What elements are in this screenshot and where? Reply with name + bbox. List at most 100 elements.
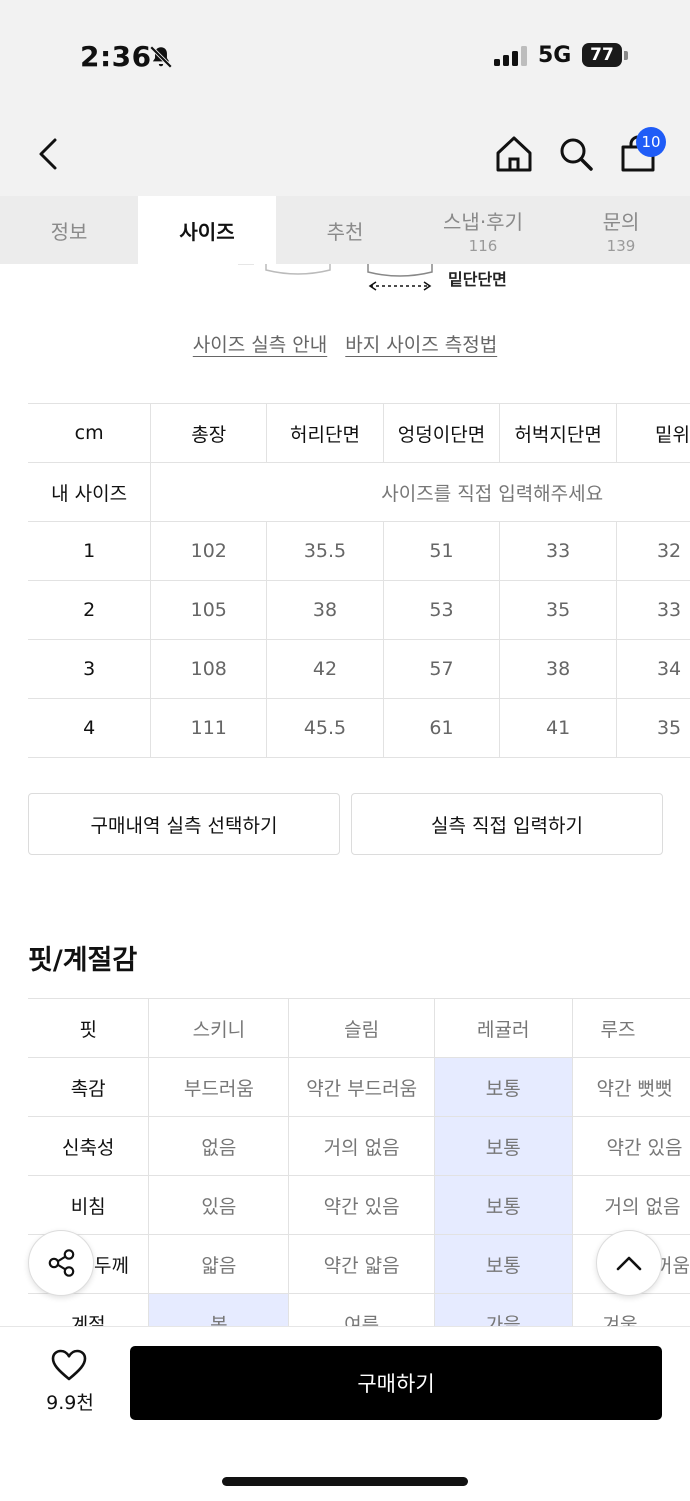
tab-label: 추천 (326, 219, 364, 244)
table-cell: 57 (382, 639, 500, 699)
fit-option: 약간 있음 (288, 1175, 435, 1235)
tab-count: 116 (468, 236, 498, 255)
tab-count: 139 (606, 236, 636, 255)
share-button[interactable] (28, 1230, 94, 1296)
buy-button[interactable]: 구매하기 (130, 1346, 662, 1420)
fit-option: 거의 없음 (288, 1116, 435, 1176)
table-row: 1 102 35.5 51 33 32 (28, 521, 690, 581)
tab-bar: 정보 사이즈 추천 스냅·후기 116 문의 139 (0, 196, 690, 264)
tab-snap-review[interactable]: 스냅·후기 116 (414, 196, 552, 264)
network-label: 5G (538, 43, 572, 68)
table-cell: 61 (382, 698, 500, 758)
fit-option: 없음 (148, 1116, 289, 1176)
tab-label: 사이즈 (179, 219, 235, 244)
fit-section-title: 핏/계절감 (28, 945, 138, 976)
table-cell: 45.5 (266, 698, 384, 758)
header-cell: cm (28, 403, 151, 463)
fit-option: 레귤러 (433, 998, 573, 1058)
chevron-up-icon (616, 1256, 642, 1271)
table-cell: 53 (382, 580, 500, 640)
home-button[interactable] (490, 130, 538, 178)
signal-icon (494, 46, 527, 66)
fit-option-selected: 보통 (433, 1234, 573, 1294)
fit-row: 촉감 부드러움 약간 부드러움 보통 약간 뻣뻣 (28, 1057, 690, 1117)
measure-method-link[interactable]: 바지 사이즈 측정법 (345, 334, 497, 356)
fit-row: 신축성 없음 거의 없음 보통 약간 있음 (28, 1116, 690, 1176)
header-cell: 엉덩이단면 (382, 403, 500, 463)
size-table: cm 총장 허리단면 엉덩이단면 허벅지단면 밑위 내 사이즈 사이즈를 직접 … (28, 403, 690, 758)
like-count: 9.9천 (46, 1392, 94, 1414)
fit-row: 비침 있음 약간 있음 보통 거의 없음 (28, 1175, 690, 1235)
fit-option: 약간 부드러움 (288, 1057, 435, 1117)
size-guide-links: 사이즈 실측 안내 바지 사이즈 측정법 (0, 330, 690, 357)
search-icon (560, 138, 593, 171)
size-table-header: cm 총장 허리단면 엉덩이단면 허벅지단면 밑위 (28, 403, 690, 463)
table-cell: 33 (499, 521, 617, 581)
table-cell: 51 (382, 521, 500, 581)
fit-option: 약간 뻣뻣 (571, 1057, 690, 1117)
bell-muted-icon (149, 45, 173, 69)
table-cell: 42 (266, 639, 384, 699)
fit-option: 부드러움 (148, 1057, 289, 1117)
tab-label: 정보 (50, 219, 88, 244)
like-button[interactable] (50, 1348, 88, 1382)
table-row: 3 108 42 57 38 34 (28, 639, 690, 699)
nav-bar (0, 110, 690, 196)
back-button[interactable] (24, 130, 72, 178)
table-cell: 38 (499, 639, 617, 699)
fit-option: 스키니 (148, 998, 289, 1058)
my-size-row: 내 사이즈 사이즈를 직접 입력해주세요 (28, 462, 690, 522)
tab-info[interactable]: 정보 (0, 196, 138, 264)
my-size-label: 내 사이즈 (28, 462, 151, 522)
header-cell: 밑위 (615, 403, 690, 463)
tab-recommend[interactable]: 추천 (276, 196, 414, 264)
table-cell: 105 (150, 580, 267, 640)
size-label: 2 (28, 580, 151, 640)
fit-row-label: 핏 (28, 998, 149, 1058)
tab-inquiry[interactable]: 문의 139 (552, 196, 690, 264)
purchase-history-measure-button[interactable]: 구매내역 실측 선택하기 (28, 793, 340, 855)
tab-label: 스냅·후기 (443, 209, 523, 234)
fit-row-label: 촉감 (28, 1057, 149, 1117)
size-label: 4 (28, 698, 151, 758)
my-size-input[interactable]: 사이즈를 직접 입력해주세요 (150, 462, 690, 522)
header-cell: 허리단면 (266, 403, 384, 463)
direct-measure-input-button[interactable]: 실측 직접 입력하기 (351, 793, 663, 855)
size-guide-link[interactable]: 사이즈 실측 안내 (193, 334, 327, 356)
size-label: 3 (28, 639, 151, 699)
fit-row-label: 비침 (28, 1175, 149, 1235)
status-time: 2:36 (80, 40, 152, 73)
fit-option: 루즈 (571, 998, 690, 1058)
fit-option: 거의 없음 (571, 1175, 690, 1235)
fit-row-label: 신축성 (28, 1116, 149, 1176)
table-cell: 33 (615, 580, 690, 640)
hem-width-label: 밑단단면 (448, 270, 507, 289)
battery-icon: 77 (582, 43, 622, 67)
table-cell: 41 (499, 698, 617, 758)
fit-option: 얇음 (148, 1234, 289, 1294)
table-row: 4 111 45.5 61 41 35 (28, 698, 690, 758)
tab-label: 문의 (602, 209, 640, 234)
status-bar: 2:36 5G 77 (0, 0, 690, 110)
chevron-left-icon (39, 138, 57, 170)
heart-icon (51, 1349, 87, 1381)
table-cell: 35 (499, 580, 617, 640)
tab-size[interactable]: 사이즈 (138, 196, 276, 264)
table-cell: 35 (615, 698, 690, 758)
table-cell: 111 (150, 698, 267, 758)
fit-table: 핏 스키니 슬림 레귤러 루즈 촉감 부드러움 약간 부드러움 보통 약간 뻣뻣… (28, 998, 690, 1353)
home-indicator (222, 1477, 468, 1486)
fit-option: 약간 얇음 (288, 1234, 435, 1294)
size-label: 1 (28, 521, 151, 581)
fit-option: 슬림 (288, 998, 435, 1058)
scroll-top-button[interactable] (596, 1230, 662, 1296)
home-icon (496, 136, 532, 172)
fit-option-selected: 보통 (433, 1057, 573, 1117)
battery-cap (624, 51, 628, 60)
table-cell: 108 (150, 639, 267, 699)
search-button[interactable] (552, 130, 600, 178)
table-cell: 102 (150, 521, 267, 581)
fit-row: 두께 얇음 약간 얇음 보통 약간 두꺼움 (28, 1234, 690, 1294)
header-cell: 총장 (150, 403, 267, 463)
measurement-diagram (238, 264, 433, 291)
